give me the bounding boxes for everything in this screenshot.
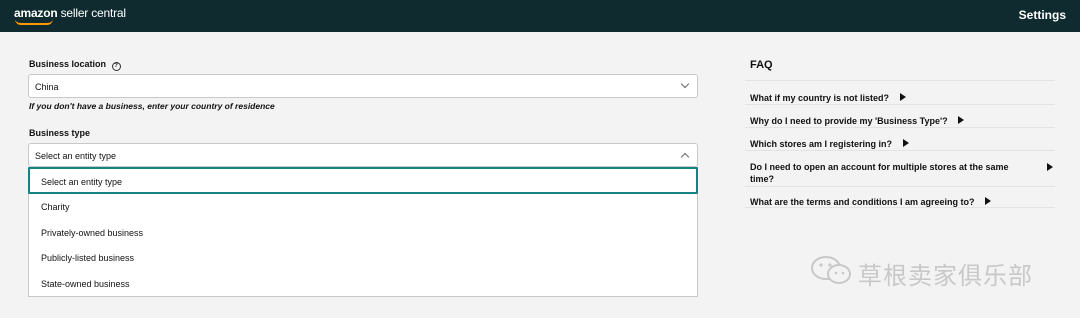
- divider: [745, 104, 1055, 105]
- watermark-text: 草根卖家俱乐部: [858, 262, 1033, 290]
- business-location-label: Business location ?: [29, 59, 121, 71]
- business-type-value: Select an entity type: [35, 151, 117, 161]
- logo-product: seller central: [60, 6, 126, 20]
- business-location-hint: If you don't have a business, enter your…: [29, 101, 275, 111]
- faq-item-multiple-stores[interactable]: Do I need to open an account for multipl…: [750, 161, 1020, 185]
- business-location-value: China: [35, 82, 59, 92]
- info-icon[interactable]: ?: [111, 62, 121, 71]
- logo-brand: amazon: [14, 6, 58, 20]
- amazon-seller-central-logo[interactable]: amazon seller central: [14, 6, 126, 25]
- business-location-label-text: Business location: [29, 59, 107, 69]
- caret-right-icon: [985, 197, 992, 205]
- caret-right-icon: [899, 93, 906, 101]
- faq-item-label: What are the terms and conditions I am a…: [750, 197, 975, 207]
- divider: [745, 207, 1055, 208]
- amazon-smile-icon: [15, 19, 53, 25]
- dropdown-option-publicly-listed[interactable]: Publicly-listed business: [29, 244, 697, 270]
- faq-item-label: Why do I need to provide my 'Business Ty…: [750, 116, 948, 126]
- faq-item-label: Do I need to open an account for multipl…: [750, 162, 1009, 184]
- business-type-label-text: Business type: [29, 128, 91, 138]
- faq-title: FAQ: [750, 59, 773, 71]
- top-navigation-bar: amazon seller central Settings: [0, 0, 1080, 32]
- caret-right-icon: [958, 116, 965, 124]
- business-location-select[interactable]: China: [28, 74, 698, 98]
- dropdown-option-charity[interactable]: Charity: [29, 193, 697, 219]
- settings-link[interactable]: Settings: [1019, 8, 1066, 22]
- divider: [745, 186, 1055, 187]
- faq-item-business-type[interactable]: Why do I need to provide my 'Business Ty…: [750, 115, 1050, 127]
- divider: [745, 127, 1055, 128]
- option-label: Privately-owned business: [41, 228, 144, 238]
- option-label: State-owned business: [41, 279, 130, 289]
- business-type-select[interactable]: Select an entity type: [28, 143, 698, 167]
- watermark: 草根卖家俱乐部: [810, 255, 1050, 290]
- faq-item-country-not-listed[interactable]: What if my country is not listed?: [750, 92, 1050, 104]
- dropdown-option-state-owned[interactable]: State-owned business: [29, 270, 697, 296]
- chevron-up-icon: [680, 152, 690, 162]
- divider: [745, 80, 1055, 81]
- business-type-dropdown: Select an entity type Charity Privately-…: [28, 167, 698, 297]
- dropdown-option-privately-owned[interactable]: Privately-owned business: [29, 219, 697, 245]
- faq-item-label: What if my country is not listed?: [750, 93, 890, 103]
- business-type-label: Business type: [29, 128, 90, 138]
- option-label: Select an entity type: [41, 177, 123, 187]
- caret-right-icon: [902, 139, 909, 147]
- wechat-icon: [811, 256, 851, 284]
- faq-item-which-stores[interactable]: Which stores am I registering in?: [750, 138, 1050, 150]
- divider: [745, 150, 1055, 151]
- chevron-down-icon: [680, 79, 690, 89]
- caret-right-icon: [1047, 163, 1053, 171]
- option-label: Charity: [41, 202, 70, 212]
- faq-item-label: Which stores am I registering in?: [750, 139, 893, 149]
- dropdown-option-select-entity[interactable]: Select an entity type: [28, 167, 698, 194]
- option-label: Publicly-listed business: [41, 253, 135, 263]
